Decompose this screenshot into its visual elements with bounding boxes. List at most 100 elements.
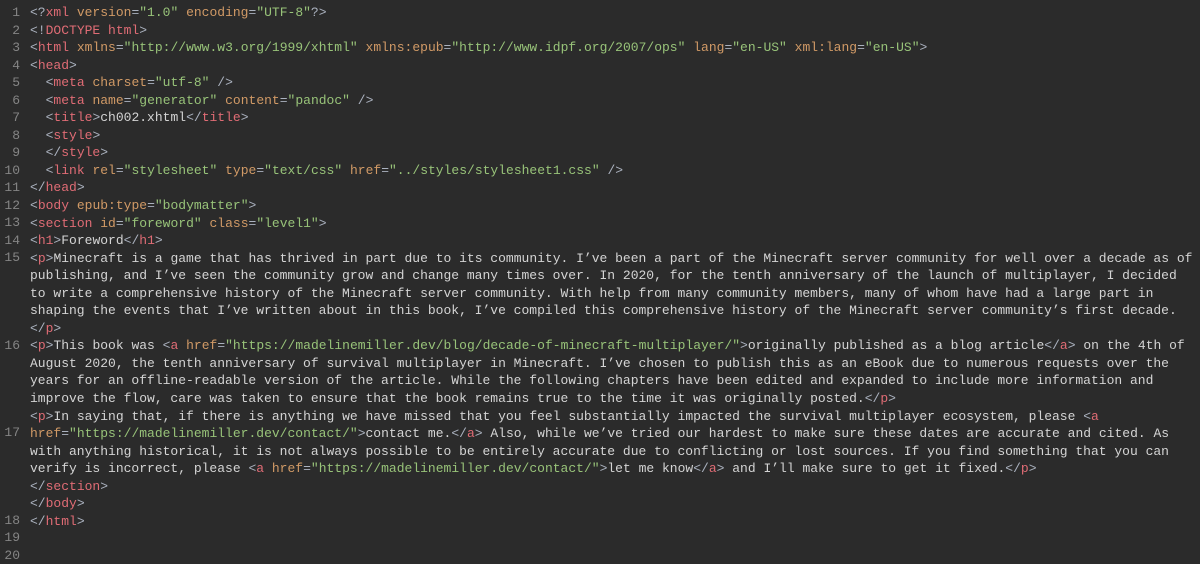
code-line[interactable]: <?xml version="1.0" encoding="UTF-8"?> (30, 4, 1194, 22)
token-eq: = (116, 216, 124, 231)
token-br: </ (1005, 461, 1021, 476)
token-br: </ (865, 391, 881, 406)
code-line[interactable]: <p>In saying that, if there is anything … (30, 408, 1194, 478)
code-line[interactable]: </html> (30, 513, 1194, 531)
token-at: charset (92, 75, 147, 90)
token-tx (30, 75, 46, 90)
token-tx (178, 338, 186, 353)
token-br: > (77, 180, 85, 195)
token-at: lang (693, 40, 724, 55)
token-at: epub:type (77, 198, 147, 213)
token-tag: html (38, 40, 69, 55)
token-tx (30, 93, 46, 108)
code-line[interactable]: <h1>Foreword</h1> (30, 232, 1194, 250)
token-eq: = (147, 75, 155, 90)
token-br: < (1083, 409, 1091, 424)
token-eq: = (116, 40, 124, 55)
token-tx (69, 198, 77, 213)
token-st: "UTF-8" (256, 5, 311, 20)
token-br: > (241, 110, 249, 125)
token-tag: meta (53, 75, 84, 90)
token-br: < (30, 40, 38, 55)
token-tx: let me know (607, 461, 693, 476)
code-line[interactable]: <p>Minecraft is a game that has thrived … (30, 250, 1194, 338)
token-at: xmlns (77, 40, 116, 55)
line-number: 6 (4, 92, 20, 110)
line-number: 19 (4, 529, 20, 547)
token-tag: a (709, 461, 717, 476)
line-number-gutter: 123456789101112131415....16....17....181… (0, 0, 28, 527)
token-br: > (920, 40, 928, 55)
code-line[interactable]: <meta charset="utf-8" /> (30, 74, 1194, 92)
token-eq: = (147, 198, 155, 213)
token-tag: p (880, 391, 888, 406)
token-br: < (30, 251, 38, 266)
code-line[interactable]: </body> (30, 495, 1194, 513)
token-tx: ch002.xhtml (100, 110, 186, 125)
token-st: "../styles/stylesheet1.css" (389, 163, 600, 178)
token-st: "foreword" (124, 216, 202, 231)
token-br: > (155, 233, 163, 248)
code-line[interactable]: <!DOCTYPE html> (30, 22, 1194, 40)
token-br: < (30, 58, 38, 73)
code-area[interactable]: <?xml version="1.0" encoding="UTF-8"?><!… (28, 0, 1200, 527)
token-br: </ (1044, 338, 1060, 353)
token-tx (30, 163, 46, 178)
token-at: encoding (186, 5, 248, 20)
line-number: 12 (4, 197, 20, 215)
code-line[interactable]: </head> (30, 179, 1194, 197)
token-br: > (319, 216, 327, 231)
token-tx (69, 5, 77, 20)
line-number: 17 (4, 424, 20, 442)
token-tx (1099, 409, 1107, 424)
token-tx: This book was (53, 338, 162, 353)
token-tag: section (46, 479, 101, 494)
line-number: 3 (4, 39, 20, 57)
token-br: < (30, 338, 38, 353)
token-st: "https://madelinemiller.dev/contact/" (311, 461, 600, 476)
token-tx (264, 461, 272, 476)
code-line[interactable]: <html xmlns="http://www.w3.org/1999/xhtm… (30, 39, 1194, 57)
token-br: > (92, 128, 100, 143)
token-br: > (1029, 461, 1037, 476)
token-tx (217, 163, 225, 178)
code-line[interactable]: <section id="foreword" class="level1"> (30, 215, 1194, 233)
token-br: <? (30, 5, 46, 20)
token-st: "en-US" (865, 40, 920, 55)
token-tag: a (256, 461, 264, 476)
code-line[interactable]: <p>This book was <a href="https://madeli… (30, 337, 1194, 407)
token-br: > (100, 145, 108, 160)
token-st: "bodymatter" (155, 198, 249, 213)
token-br: > (249, 198, 257, 213)
token-at: href (30, 426, 61, 441)
token-eq: = (280, 93, 288, 108)
token-at: type (225, 163, 256, 178)
token-eq: = (217, 338, 225, 353)
token-st: "en-US" (732, 40, 787, 55)
line-number: 11 (4, 179, 20, 197)
code-line[interactable]: <body epub:type="bodymatter"> (30, 197, 1194, 215)
token-tx (30, 145, 46, 160)
token-tag: section (38, 216, 93, 231)
token-st: "pandoc" (288, 93, 350, 108)
token-br: < (30, 233, 38, 248)
token-br: </ (30, 496, 46, 511)
code-editor[interactable]: 123456789101112131415....16....17....181… (0, 0, 1200, 527)
code-line[interactable]: <title>ch002.xhtml</title> (30, 109, 1194, 127)
token-br: > (139, 23, 147, 38)
token-br: > (100, 479, 108, 494)
token-tag: p (38, 251, 46, 266)
token-eq: = (381, 163, 389, 178)
code-line[interactable]: </style> (30, 144, 1194, 162)
token-br: > (740, 338, 748, 353)
token-br: < (30, 409, 38, 424)
code-line[interactable]: <meta name="generator" content="pandoc" … (30, 92, 1194, 110)
line-number: 4 (4, 57, 20, 75)
token-at: href (186, 338, 217, 353)
token-tx (787, 40, 795, 55)
code-line[interactable]: <style> (30, 127, 1194, 145)
code-line[interactable]: </section> (30, 478, 1194, 496)
token-tag: meta (53, 93, 84, 108)
code-line[interactable]: <head> (30, 57, 1194, 75)
code-line[interactable]: <link rel="stylesheet" type="text/css" h… (30, 162, 1194, 180)
